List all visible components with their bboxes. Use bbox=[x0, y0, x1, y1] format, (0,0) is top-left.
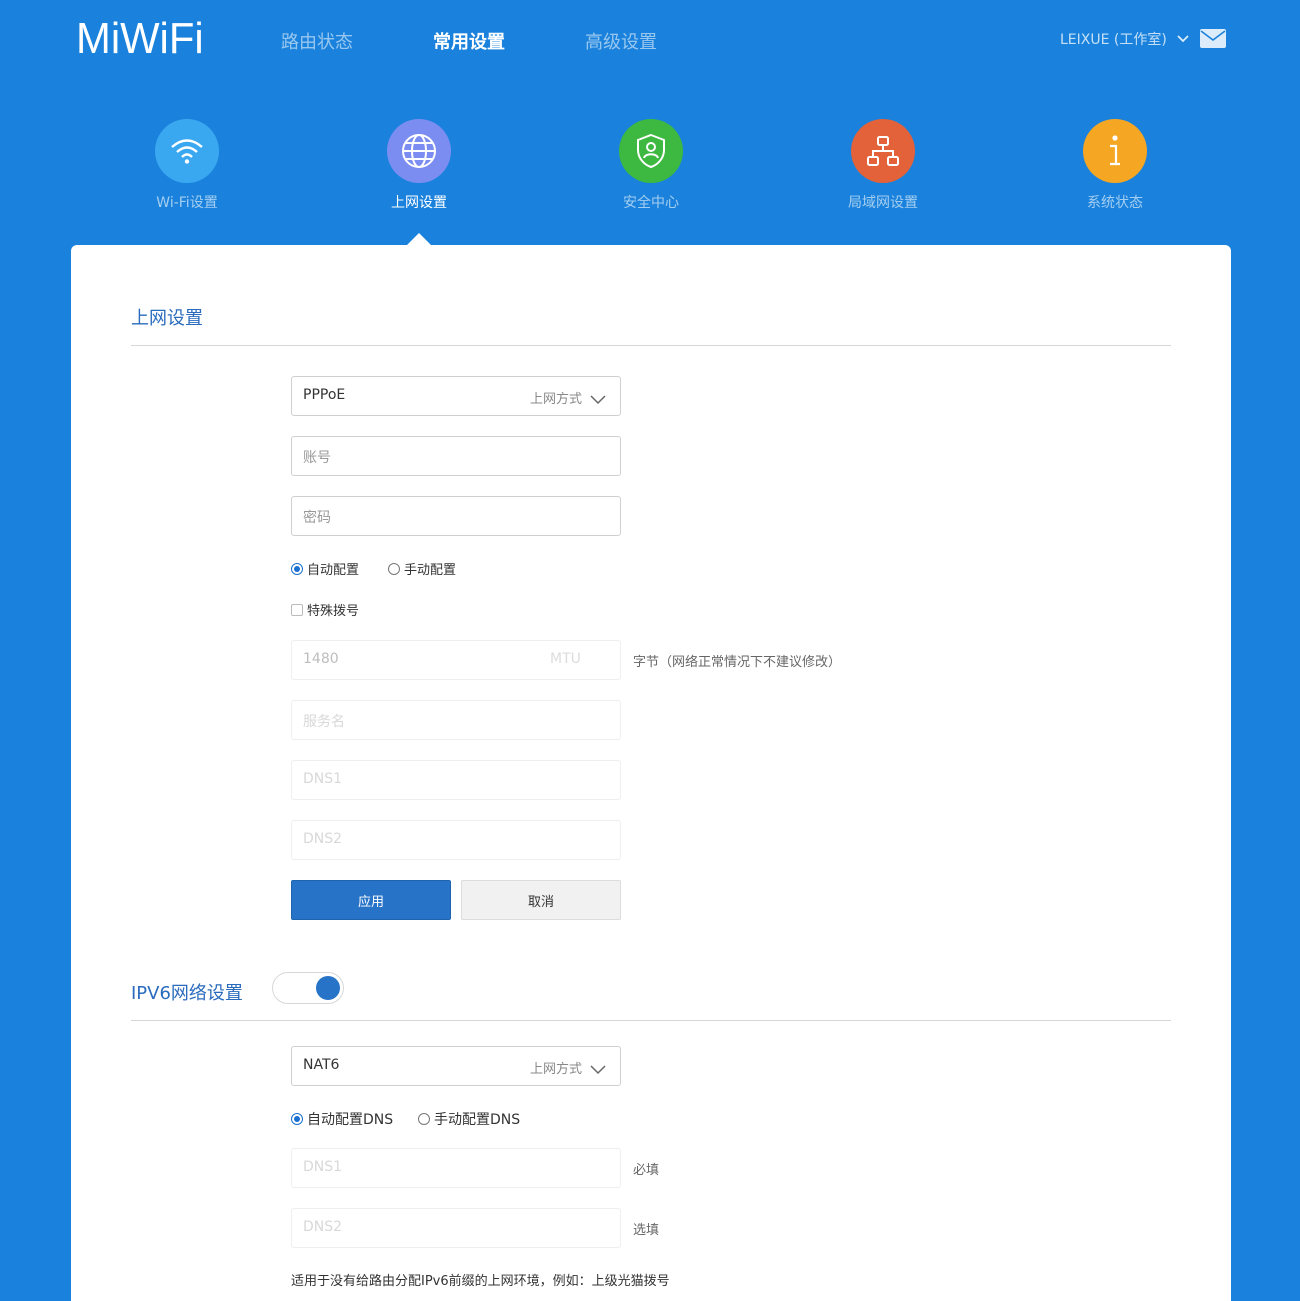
nav-advanced-settings[interactable]: 高级设置 bbox=[585, 28, 657, 54]
mtu-input[interactable]: 1480 MTU bbox=[291, 640, 621, 680]
info-icon bbox=[1083, 119, 1147, 183]
miwifi-logo: MiWiFi bbox=[76, 14, 204, 63]
chevron-down-icon bbox=[1177, 31, 1189, 47]
apply-button[interactable]: 应用 bbox=[291, 880, 451, 920]
shield-icon bbox=[619, 119, 683, 183]
chevron-down-icon bbox=[590, 390, 606, 409]
globe-icon bbox=[387, 119, 451, 183]
placeholder: DNS1 bbox=[303, 771, 343, 787]
ipv6-section-title: IPV6网络设置 bbox=[131, 983, 243, 1004]
nav-router-status[interactable]: 路由状态 bbox=[281, 28, 353, 54]
auto-dns-radio[interactable]: 自动配置DNS bbox=[291, 1109, 393, 1129]
category-label: 系统状态 bbox=[1087, 195, 1143, 211]
placeholder: 密码 bbox=[303, 510, 331, 526]
ipv6-mode-select[interactable]: NAT6 上网方式 bbox=[291, 1046, 621, 1086]
chevron-down-icon bbox=[590, 1060, 606, 1079]
ipv6-dns2-input[interactable]: DNS2 bbox=[291, 1208, 621, 1248]
dns2-optional-hint: 选填 bbox=[633, 1223, 660, 1238]
category-system-status[interactable]: 系统状态 bbox=[1045, 119, 1185, 212]
placeholder: DNS2 bbox=[303, 1219, 343, 1235]
mtu-value: 1480 bbox=[303, 651, 339, 667]
placeholder: 账号 bbox=[303, 450, 331, 466]
active-category-pointer bbox=[407, 233, 431, 245]
category-lan-settings[interactable]: 局域网设置 bbox=[813, 119, 953, 212]
select-value: PPPoE bbox=[303, 387, 346, 403]
cancel-button[interactable]: 取消 bbox=[461, 880, 621, 920]
nav-common-settings[interactable]: 常用设置 bbox=[433, 28, 505, 54]
placeholder: DNS1 bbox=[303, 1159, 343, 1175]
checkbox-label: 特殊拨号 bbox=[307, 604, 360, 619]
category-label: 局域网设置 bbox=[848, 195, 918, 211]
checkbox[interactable] bbox=[291, 604, 303, 616]
mtu-hint: 字节（网络正常情况下不建议修改） bbox=[633, 655, 842, 670]
service-name-input[interactable]: 服务名 bbox=[291, 700, 621, 740]
internet-section-title: 上网设置 bbox=[131, 308, 203, 329]
select-value: NAT6 bbox=[303, 1057, 340, 1073]
ipv6-dns1-input[interactable]: DNS1 bbox=[291, 1148, 621, 1188]
radio-label: 手动配置DNS bbox=[434, 1112, 521, 1128]
dns1-required-hint: 必填 bbox=[633, 1163, 660, 1178]
radio-label: 手动配置 bbox=[404, 563, 457, 578]
manual-dns-radio[interactable]: 手动配置DNS bbox=[418, 1109, 520, 1129]
section-divider bbox=[131, 345, 1171, 346]
category-internet-settings[interactable]: 上网设置 bbox=[349, 119, 489, 212]
category-label: 安全中心 bbox=[623, 195, 679, 211]
wifi-icon bbox=[155, 119, 219, 183]
placeholder: 服务名 bbox=[303, 714, 345, 730]
radio-checked[interactable] bbox=[291, 563, 303, 575]
account-input[interactable]: 账号 bbox=[291, 436, 621, 476]
special-dial-checkbox[interactable]: 特殊拨号 bbox=[291, 600, 359, 619]
internet-mode-select[interactable]: PPPoE 上网方式 bbox=[291, 376, 621, 416]
mail-icon[interactable] bbox=[1200, 29, 1226, 48]
select-label: 上网方式 bbox=[529, 392, 582, 407]
radio-unchecked[interactable] bbox=[418, 1113, 430, 1125]
ipv6-note: 适用于没有给路由分配IPv6前缀的上网环境，例如：上级光猫拨号 bbox=[291, 1274, 670, 1289]
category-wifi-settings[interactable]: Wi-Fi设置 bbox=[117, 119, 257, 212]
category-label: 上网设置 bbox=[391, 195, 447, 211]
mtu-unit: MTU bbox=[550, 651, 581, 667]
network-icon bbox=[851, 119, 915, 183]
account-menu[interactable]: LEIXUE (工作室) bbox=[1060, 29, 1189, 49]
toggle-knob bbox=[316, 976, 340, 1000]
manual-config-radio[interactable]: 手动配置 bbox=[388, 559, 456, 578]
dns2-input[interactable]: DNS2 bbox=[291, 820, 621, 860]
category-security-center[interactable]: 安全中心 bbox=[581, 119, 721, 212]
select-label: 上网方式 bbox=[529, 1062, 582, 1077]
ipv6-toggle[interactable] bbox=[272, 972, 344, 1004]
dns1-input[interactable]: DNS1 bbox=[291, 760, 621, 800]
placeholder: DNS2 bbox=[303, 831, 343, 847]
radio-label: 自动配置 bbox=[307, 563, 360, 578]
radio-label: 自动配置DNS bbox=[307, 1112, 394, 1128]
auto-config-radio[interactable]: 自动配置 bbox=[291, 559, 359, 578]
account-name: LEIXUE (工作室) bbox=[1060, 32, 1167, 48]
radio-unchecked[interactable] bbox=[388, 563, 400, 575]
radio-checked[interactable] bbox=[291, 1113, 303, 1125]
category-label: Wi-Fi设置 bbox=[156, 195, 218, 211]
password-input[interactable]: 密码 bbox=[291, 496, 621, 536]
section-divider bbox=[131, 1020, 1171, 1021]
settings-panel: 上网设置 PPPoE 上网方式 账号 密码 自动配置 手动配置 特殊拨号 148… bbox=[71, 245, 1231, 1301]
